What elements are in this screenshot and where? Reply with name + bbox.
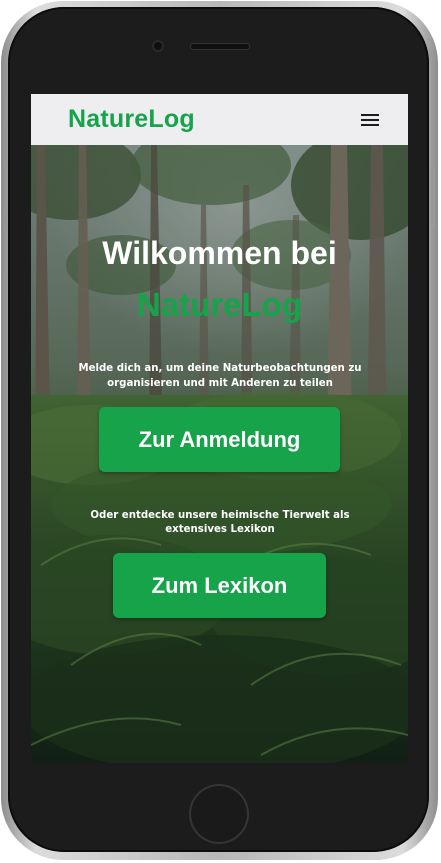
lexikon-description: Oder entdecke unsere heimische Tierwelt … bbox=[90, 510, 350, 535]
speaker-grille bbox=[190, 43, 250, 50]
phone-frame: NatureLog Wilkommen bei NatureLog Melde … bbox=[0, 0, 441, 863]
app-screen: NatureLog Wilkommen bei NatureLog Melde … bbox=[31, 94, 408, 763]
camera-icon bbox=[152, 40, 164, 52]
lexikon-button[interactable]: Zum Lexikon bbox=[113, 553, 326, 618]
hamburger-menu-icon[interactable] bbox=[361, 112, 381, 128]
hero-title-brand: NatureLog bbox=[137, 286, 302, 323]
hero-title: Wilkommen bei bbox=[102, 235, 337, 271]
home-button[interactable] bbox=[189, 784, 249, 844]
login-button[interactable]: Zur Anmeldung bbox=[99, 407, 340, 472]
hero-section: Wilkommen bei NatureLog Melde dich an, u… bbox=[31, 145, 408, 763]
phone-side-button bbox=[431, 166, 435, 228]
navbar: NatureLog bbox=[31, 94, 408, 145]
login-description: Melde dich an, um deine Naturbeobachtung… bbox=[78, 363, 362, 389]
brand-logo[interactable]: NatureLog bbox=[68, 105, 195, 134]
